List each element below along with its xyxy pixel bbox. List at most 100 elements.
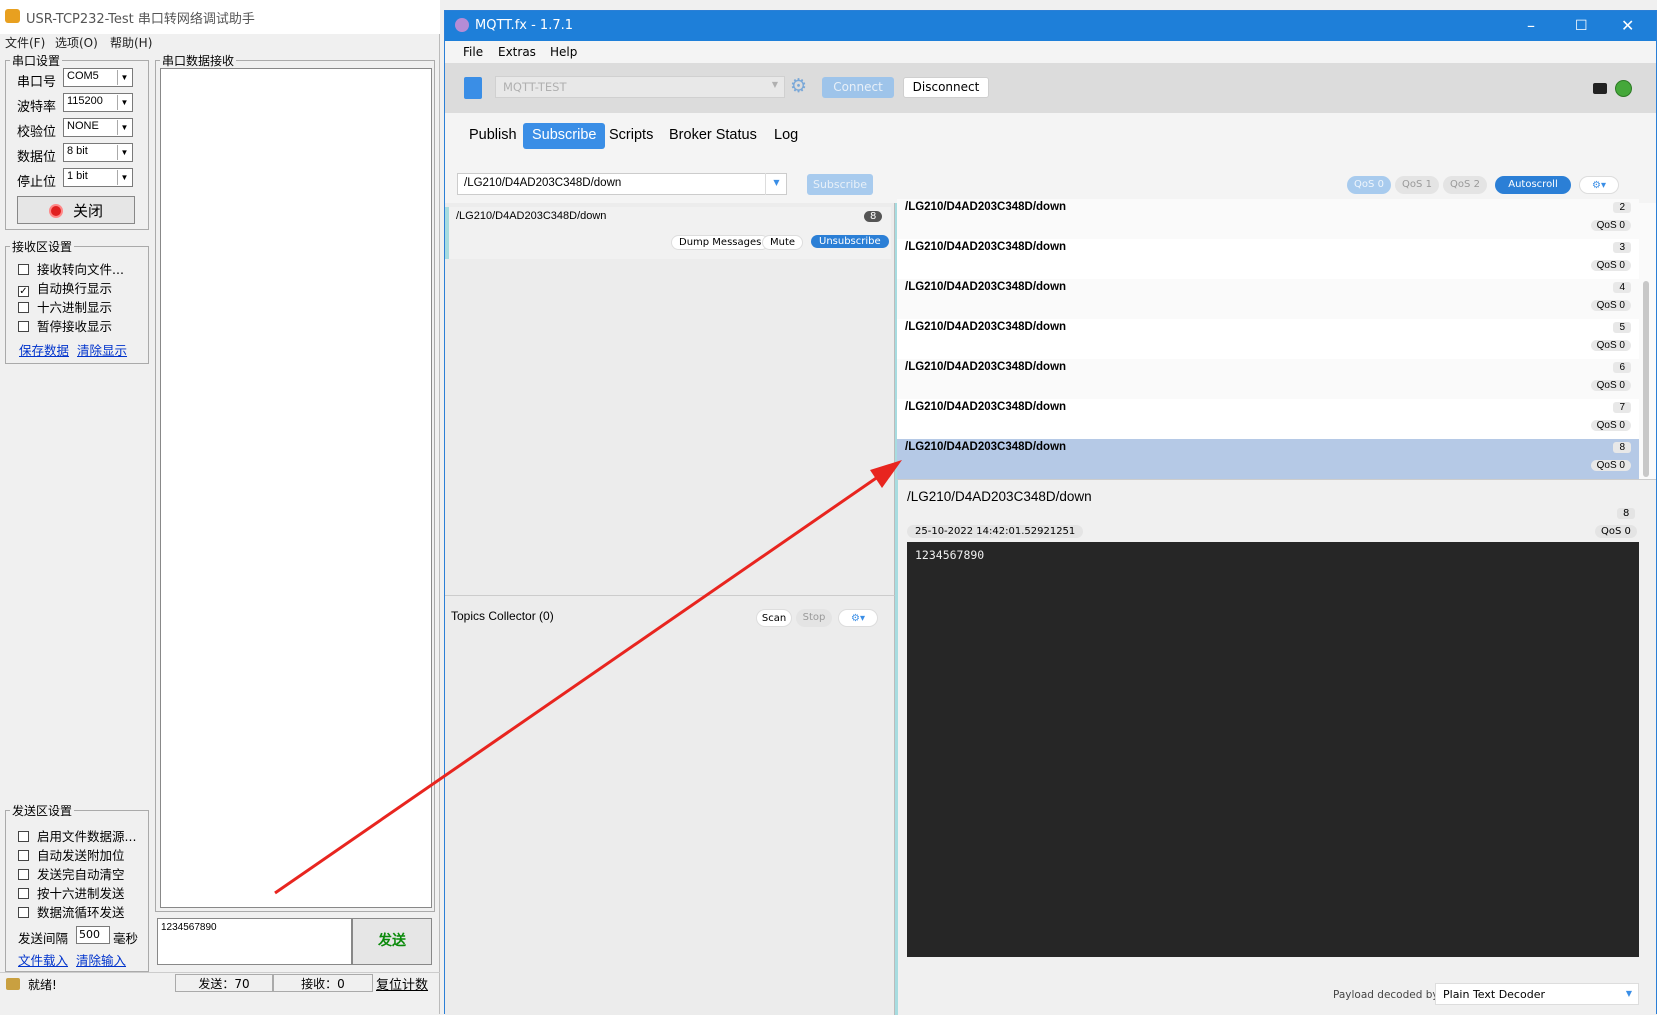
subscription-item[interactable]: /LG210/D4AD203C348D/down 8 Dump Messages…	[445, 207, 891, 259]
menu-extras[interactable]: Extras	[498, 45, 536, 59]
message-number: 3	[1613, 242, 1631, 253]
menu-help[interactable]: Help	[550, 45, 577, 59]
menu-help[interactable]: 帮助(H)	[110, 34, 152, 51]
message-qos: QoS 0	[1590, 220, 1631, 231]
qos0-toggle[interactable]: QoS 0	[1347, 176, 1391, 194]
maximize-icon[interactable]: ☐	[1575, 18, 1588, 34]
menu-file[interactable]: File	[463, 45, 483, 59]
reset-count-button[interactable]: 复位计数	[376, 974, 428, 993]
recv-area-title: 串口数据接收	[162, 54, 235, 68]
recv-textarea[interactable]	[160, 68, 432, 908]
send-button[interactable]: 发送	[352, 918, 432, 965]
chevron-down-icon: ▼	[117, 120, 131, 135]
message-row-selected[interactable]: /LG210/D4AD203C348D/down 8 QoS 0	[897, 439, 1639, 481]
checkbox-icon	[18, 831, 29, 842]
mqtt-menu-bar: File Extras Help	[445, 41, 1656, 63]
message-topic: /LG210/D4AD203C348D/down	[905, 241, 1067, 253]
qos2-toggle[interactable]: QoS 2	[1443, 176, 1487, 194]
mute-button[interactable]: Mute	[762, 235, 804, 250]
tab-log[interactable]: Log	[765, 123, 807, 149]
menu-options[interactable]: 选项(O)	[55, 34, 98, 51]
chevron-down-icon: ▼	[1625, 989, 1632, 998]
save-data-link[interactable]: 保存数据	[19, 340, 69, 359]
clear-input-link[interactable]: 清除输入	[76, 950, 126, 969]
payload-decoded-label: Payload decoded by	[1333, 989, 1439, 1001]
message-topic: /LG210/D4AD203C348D/down	[905, 401, 1067, 413]
scan-button[interactable]: Scan	[756, 609, 792, 627]
dump-messages-button[interactable]: Dump Messages	[671, 235, 770, 250]
message-row[interactable]: /LG210/D4AD203C348D/down 3 QoS 0	[897, 239, 1639, 281]
message-row[interactable]: /LG210/D4AD203C348D/down 7 QoS 0	[897, 399, 1639, 441]
payload-view[interactable]: 1234567890	[907, 542, 1639, 957]
append-bit-label: 自动发送附加位	[37, 848, 125, 863]
pause-display-checkbox[interactable]: 暂停接收显示	[18, 316, 112, 335]
tab-broker-status[interactable]: Broker Status	[660, 123, 766, 149]
menu-file[interactable]: 文件(F)	[5, 34, 45, 51]
close-port-label: 关闭	[72, 202, 103, 220]
tab-scripts[interactable]: Scripts	[600, 123, 662, 149]
stopbits-select[interactable]: 1 bit ▼	[63, 168, 133, 187]
chevron-down-icon: ▼	[117, 170, 131, 185]
chevron-down-icon[interactable]: ▼	[765, 173, 787, 195]
usr-title-bar: USR-TCP232-Test 串口转网络调试助手	[0, 0, 440, 34]
hex-send-checkbox[interactable]: 按十六进制发送	[18, 883, 125, 902]
collector-settings-icon[interactable]: ⚙▾	[838, 609, 878, 627]
hex-display-checkbox[interactable]: 十六进制显示	[18, 297, 112, 316]
close-icon[interactable]: ✕	[1621, 16, 1634, 35]
usr-title: USR-TCP232-Test 串口转网络调试助手	[26, 12, 255, 27]
file-load-link[interactable]: 文件载入	[18, 950, 68, 969]
tab-publish[interactable]: Publish	[460, 123, 526, 149]
message-row[interactable]: /LG210/D4AD203C348D/down 4 QoS 0	[897, 279, 1639, 321]
disconnect-button[interactable]: Disconnect	[903, 77, 989, 98]
parity-select[interactable]: NONE ▼	[63, 118, 133, 137]
topics-collector-title: Topics Collector (0)	[451, 609, 554, 623]
auto-clear-label: 发送完自动清空	[37, 867, 125, 882]
file-source-checkbox[interactable]: 启用文件数据源...	[18, 826, 136, 845]
tab-subscribe[interactable]: Subscribe	[523, 123, 606, 149]
append-bit-checkbox[interactable]: 自动发送附加位	[18, 845, 125, 864]
subscribe-button[interactable]: Subscribe	[807, 174, 873, 195]
connect-button[interactable]: Connect	[822, 77, 894, 98]
message-row[interactable]: /LG210/D4AD203C348D/down 5 QoS 0	[897, 319, 1639, 361]
minimize-icon[interactable]: –	[1527, 16, 1535, 35]
message-qos: QoS 0	[1590, 340, 1631, 351]
sent-count: 发送：70	[175, 974, 273, 992]
chevron-down-icon: ▼	[117, 145, 131, 160]
baud-select[interactable]: 115200 ▼	[63, 93, 133, 112]
messages-scrollbar[interactable]	[1643, 281, 1649, 477]
recv-to-file-label: 接收转向文件...	[37, 262, 124, 277]
subscription-topic: /LG210/D4AD203C348D/down	[456, 210, 607, 222]
topic-input[interactable]: /LG210/D4AD203C348D/down	[457, 173, 787, 195]
auto-clear-checkbox[interactable]: 发送完自动清空	[18, 864, 125, 883]
mqtt-window: MQTT.fx - 1.7.1 – ☐ ✕ File Extras Help M…	[444, 10, 1657, 1015]
gear-icon[interactable]: ⚙	[790, 77, 810, 97]
databits-select[interactable]: 8 bit ▼	[63, 143, 133, 162]
clear-display-link[interactable]: 清除显示	[77, 340, 127, 359]
profile-select[interactable]: MQTT-TEST ▼	[495, 76, 785, 98]
recv-to-file-checkbox[interactable]: 接收转向文件...	[18, 259, 124, 278]
unsubscribe-button[interactable]: Unsubscribe	[811, 235, 889, 248]
mqttfx-logo-icon	[455, 18, 469, 32]
send-textarea[interactable]: 1234567890	[157, 918, 352, 965]
stopbits-value: 1 bit	[67, 170, 88, 182]
settings-gear-icon[interactable]: ⚙▾	[1579, 176, 1619, 194]
auto-wrap-checkbox[interactable]: ✓ 自动换行显示	[18, 278, 112, 297]
close-port-button[interactable]: 关闭	[17, 196, 135, 224]
interval-unit: 毫秒	[113, 931, 139, 946]
autoscroll-toggle[interactable]: Autoscroll	[1495, 176, 1571, 194]
loop-send-checkbox[interactable]: 数据流循环发送	[18, 902, 125, 921]
message-row[interactable]: /LG210/D4AD203C348D/down 6 QoS 0	[897, 359, 1639, 401]
interval-input[interactable]: 500	[76, 926, 110, 944]
message-number: 8	[1613, 442, 1631, 453]
detail-timestamp: 25-10-2022 14:42:01.52921251	[907, 525, 1084, 538]
qos1-toggle[interactable]: QoS 1	[1395, 176, 1439, 194]
message-row[interactable]: /LG210/D4AD203C348D/down 2 QoS 0	[897, 199, 1639, 241]
status-text: 就绪!	[28, 978, 57, 992]
message-number: 6	[1613, 362, 1631, 373]
edit-profile-icon[interactable]	[464, 77, 482, 99]
decoder-select[interactable]: Plain Text Decoder ▼	[1435, 983, 1639, 1005]
stop-button[interactable]: Stop	[796, 609, 832, 627]
subscription-count: 8	[864, 211, 883, 222]
port-select[interactable]: COM5 ▼	[63, 68, 133, 87]
profile-value: MQTT-TEST	[503, 80, 567, 94]
